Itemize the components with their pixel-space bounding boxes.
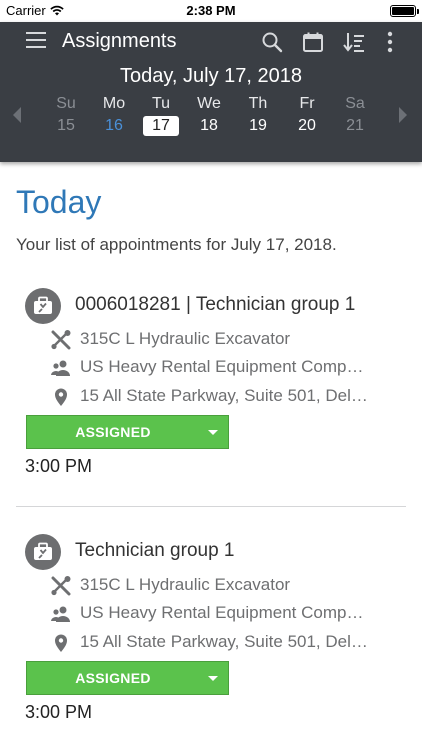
day-name: Su — [56, 95, 76, 112]
people-icon — [51, 606, 70, 622]
chevron-right-icon[interactable] — [396, 106, 410, 124]
day-wednesday[interactable]: We 18 — [189, 94, 229, 136]
toolbox-icon — [25, 534, 61, 570]
address-row: 15 All State Parkway, Suite 501, Del… — [50, 386, 400, 408]
status-dropdown[interactable]: ASSIGNED — [26, 415, 229, 449]
section-subheading: Your list of appointments for July 17, 2… — [16, 235, 337, 254]
day-date: 20 — [298, 117, 316, 134]
status-time: 2:38 PM — [186, 3, 236, 18]
status-dropdown[interactable]: ASSIGNED — [26, 661, 229, 695]
caret-down-icon — [208, 430, 218, 435]
day-name: We — [197, 95, 221, 112]
appointment-time: 3:00 PM — [25, 456, 93, 476]
appointment-title: Technician group 1 — [75, 540, 235, 561]
day-date: 19 — [249, 117, 267, 134]
day-date: 16 — [105, 117, 123, 134]
day-date: 15 — [57, 117, 75, 134]
appointment-title: 0006018281 | Technician group 1 — [75, 294, 356, 315]
sort-icon[interactable] — [342, 30, 366, 54]
appointment-card[interactable]: 0006018281 | Technician group 1 315C L H… — [0, 288, 422, 488]
menu-icon[interactable] — [26, 32, 48, 50]
chevron-left-icon[interactable] — [10, 106, 24, 124]
day-date: 18 — [200, 117, 218, 134]
status-bar: Carrier 2:38 PM — [0, 0, 422, 22]
people-icon — [51, 360, 70, 376]
current-date-title: Today, July 17, 2018 — [120, 65, 302, 87]
day-saturday[interactable]: Sa 21 — [335, 94, 375, 136]
toolbar: Assignments — [0, 22, 422, 62]
day-friday[interactable]: Fr 20 — [287, 94, 327, 136]
customer-row: US Heavy Rental Equipment Comp… — [50, 603, 400, 625]
status-label: ASSIGNED — [75, 424, 151, 440]
day-thursday[interactable]: Th 19 — [238, 94, 278, 136]
app-header: Assignments Today, July 17, 2018 Su 15 M… — [0, 22, 422, 162]
search-icon[interactable] — [260, 30, 284, 54]
day-monday[interactable]: Mo 16 — [94, 94, 134, 136]
week-strip: Su 15 Mo 16 Tu 17 We 18 Th 19 Fr 20 Sa 2… — [0, 94, 422, 140]
customer-name: US Heavy Rental Equipment Comp… — [80, 603, 364, 622]
wrench-icon — [51, 330, 71, 350]
equipment-name: 315C L Hydraulic Excavator — [80, 329, 291, 348]
address: 15 All State Parkway, Suite 501, Del… — [80, 386, 368, 405]
customer-row: US Heavy Rental Equipment Comp… — [50, 357, 400, 379]
battery-icon — [390, 5, 419, 17]
equipment-name: 315C L Hydraulic Excavator — [80, 575, 291, 594]
location-pin-icon — [55, 388, 67, 406]
status-label: ASSIGNED — [75, 670, 151, 686]
day-name: Sa — [345, 95, 365, 112]
day-name: Th — [248, 95, 268, 112]
appointment-card[interactable]: Technician group 1 315C L Hydraulic Exca… — [0, 534, 422, 734]
toolbox-icon — [25, 288, 61, 324]
section-heading: Today — [16, 184, 102, 220]
caret-down-icon — [208, 676, 218, 681]
day-name: Mo — [102, 95, 126, 112]
more-vertical-icon[interactable] — [378, 30, 402, 54]
wrench-icon — [51, 576, 71, 596]
location-pin-icon — [55, 634, 67, 652]
customer-name: US Heavy Rental Equipment Comp… — [80, 357, 364, 376]
calendar-icon[interactable] — [301, 30, 325, 54]
equipment-row: 315C L Hydraulic Excavator — [50, 575, 400, 597]
day-name: Tu — [151, 95, 171, 112]
page-title: Assignments — [62, 30, 177, 52]
address-row: 15 All State Parkway, Suite 501, Del… — [50, 632, 400, 654]
day-tuesday[interactable]: Tu 17 — [141, 94, 181, 136]
appointment-time: 3:00 PM — [25, 702, 93, 722]
day-sunday[interactable]: Su 15 — [46, 94, 86, 136]
day-date: 17 — [143, 116, 179, 136]
day-date: 21 — [346, 117, 364, 134]
day-name: Fr — [299, 95, 315, 112]
card-divider — [16, 506, 406, 507]
equipment-row: 315C L Hydraulic Excavator — [50, 329, 400, 351]
address: 15 All State Parkway, Suite 501, Del… — [80, 632, 368, 651]
